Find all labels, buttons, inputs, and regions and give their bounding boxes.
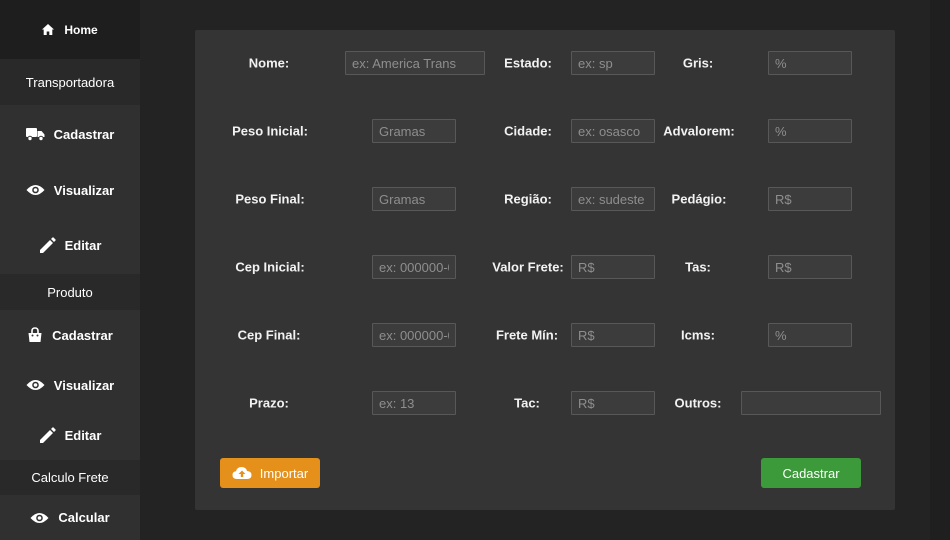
estado-input[interactable] — [571, 51, 655, 75]
sidebar-item-produto-cadastrar[interactable]: Cadastrar — [0, 310, 140, 360]
pedagio-input[interactable] — [768, 187, 852, 211]
sidebar-item-label: Editar — [64, 237, 102, 253]
pencil-icon — [39, 426, 56, 444]
cep-final-label: Cep Final: — [237, 327, 301, 343]
sidebar-item-label: Cadastrar — [53, 126, 115, 142]
prazo-input[interactable] — [372, 391, 456, 415]
pedagio-label: Pedágio: — [671, 191, 727, 207]
outros-label: Outros: — [674, 395, 722, 411]
valor-frete-label: Valor Frete: — [492, 259, 564, 275]
freight-form-panel: Nome: Estado: Gris: Peso Inicial: Cidade… — [195, 30, 895, 510]
sidebar-item-transportadora-editar[interactable]: Editar — [0, 217, 140, 273]
tas-input[interactable] — [768, 255, 852, 279]
eye-icon — [26, 379, 45, 391]
sidebar-item-label: Editar — [64, 427, 102, 443]
sidebar-heading-produto: Produto — [0, 274, 140, 310]
import-button-label: Importar — [259, 465, 309, 481]
import-button[interactable]: Importar — [220, 458, 320, 488]
regiao-label: Região: — [504, 191, 552, 207]
right-background-strip — [930, 0, 950, 540]
sidebar-item-calcular[interactable]: Calcular — [0, 495, 140, 540]
sidebar-item-produto-editar[interactable]: Editar — [0, 410, 140, 460]
tas-label: Tas: — [685, 259, 711, 275]
cep-inicial-label: Cep Inicial: — [235, 259, 305, 275]
sidebar-item-produto-visualizar[interactable]: Visualizar — [0, 360, 140, 410]
prazo-label: Prazo: — [249, 395, 289, 411]
frete-min-label: Frete Mín: — [495, 327, 559, 343]
frete-min-input[interactable] — [571, 323, 655, 347]
sidebar-item-transportadora-visualizar[interactable]: Visualizar — [0, 163, 140, 217]
estado-label: Estado: — [504, 55, 552, 71]
outros-input[interactable] — [741, 391, 881, 415]
eye-icon — [26, 184, 45, 196]
regiao-input[interactable] — [571, 187, 655, 211]
peso-inicial-input[interactable] — [372, 119, 456, 143]
gris-label: Gris: — [682, 55, 714, 71]
tac-label: Tac: — [514, 395, 540, 411]
sidebar-item-home[interactable]: Home — [0, 0, 140, 59]
valor-frete-input[interactable] — [571, 255, 655, 279]
cidade-input[interactable] — [571, 119, 655, 143]
tac-input[interactable] — [571, 391, 655, 415]
nome-input[interactable] — [345, 51, 485, 75]
eye-icon — [30, 512, 49, 524]
home-icon — [42, 24, 55, 35]
truck-icon — [25, 127, 45, 141]
nome-label: Nome: — [248, 55, 290, 71]
cidade-label: Cidade: — [504, 123, 552, 139]
icms-input[interactable] — [768, 323, 852, 347]
cadastrar-button[interactable]: Cadastrar — [761, 458, 861, 488]
peso-final-input[interactable] — [372, 187, 456, 211]
cloud-upload-icon — [232, 466, 252, 480]
sidebar-item-label: Visualizar — [53, 377, 115, 393]
sidebar-item-label: Cadastrar — [52, 327, 113, 343]
gris-input[interactable] — [768, 51, 852, 75]
sidebar-heading-transportadora: Transportadora — [0, 59, 140, 105]
cep-final-input[interactable] — [372, 323, 456, 347]
peso-final-label: Peso Final: — [235, 191, 305, 207]
shopping-bag-icon — [27, 327, 43, 343]
advalorem-input[interactable] — [768, 119, 852, 143]
cep-inicial-input[interactable] — [372, 255, 456, 279]
sidebar-heading-calculo-frete: Calculo Frete — [0, 460, 140, 495]
icms-label: Icms: — [681, 327, 715, 343]
advalorem-label: Advalorem: — [663, 123, 735, 139]
sidebar-item-label: Home — [64, 22, 98, 37]
sidebar-item-label: Calcular — [58, 510, 110, 525]
pencil-icon — [39, 236, 56, 254]
sidebar-item-transportadora-cadastrar[interactable]: Cadastrar — [0, 105, 140, 163]
sidebar: Home Transportadora Cadastrar Visualizar… — [0, 0, 140, 540]
sidebar-item-label: Visualizar — [53, 182, 115, 198]
peso-inicial-label: Peso Inicial: — [232, 123, 308, 139]
